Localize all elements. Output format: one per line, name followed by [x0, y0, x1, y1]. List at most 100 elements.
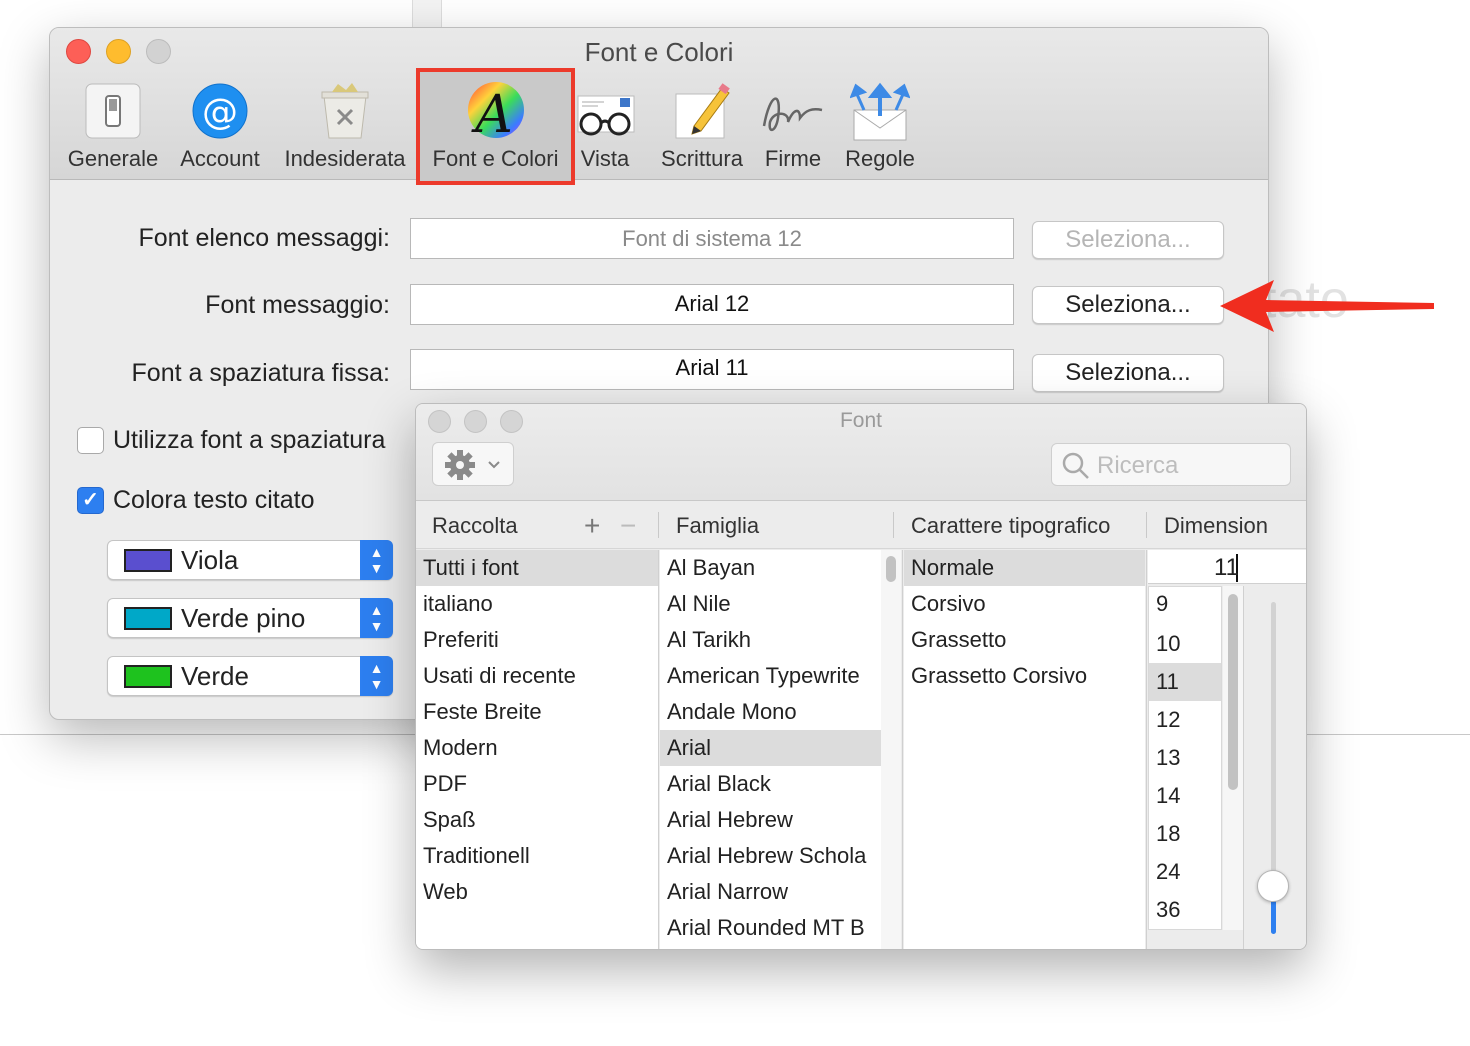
list-item[interactable]: Grassetto Corsivo	[904, 658, 1145, 694]
size-input[interactable]: 11	[1148, 550, 1306, 584]
column-separator	[1146, 512, 1147, 538]
list-item[interactable]: Arial	[660, 730, 881, 766]
list-item[interactable]: Modern	[416, 730, 658, 766]
list-item[interactable]: Andale Mono	[660, 694, 881, 730]
list-item[interactable]: 24	[1149, 853, 1221, 891]
column-separator	[893, 512, 894, 538]
list-item[interactable]: Feste Breite	[416, 694, 658, 730]
quoted-text-checkbox-label: Colora testo citato	[113, 486, 315, 514]
size-scrollbar-track	[1223, 586, 1243, 930]
chevron-updown-icon: ▲ ▼	[360, 540, 393, 580]
family-header: Famiglia	[676, 513, 760, 538]
column-divider	[1243, 586, 1244, 949]
fixed-font-checkbox[interactable]	[77, 427, 104, 454]
gear-icon	[445, 450, 500, 480]
list-item[interactable]: Usati di recente	[416, 658, 658, 694]
list-item[interactable]: 12	[1149, 701, 1221, 739]
list-item[interactable]: 14	[1149, 777, 1221, 815]
quote-color-1-popup[interactable]: Viola ▲ ▼	[107, 540, 393, 580]
tab-label: Scrittura	[661, 146, 743, 171]
prefs-titlebar: Font e Colori Generale @ Account Indesid…	[50, 28, 1268, 185]
font-list-field: Font di sistema 12	[410, 218, 1014, 259]
size-slider-knob[interactable]	[1257, 870, 1289, 902]
at-icon: @	[191, 82, 249, 145]
chevron-updown-icon: ▲ ▼	[360, 598, 393, 638]
tab-firme[interactable]: Firme	[760, 76, 826, 176]
size-input-value: 11	[1214, 554, 1239, 582]
column-separator	[658, 512, 659, 538]
list-item[interactable]: Grassetto	[904, 622, 1145, 658]
typeface-list: Normale Corsivo Grassetto Grassetto Cors…	[904, 550, 1145, 949]
fixed-font-select-button[interactable]: Seleziona...	[1032, 354, 1224, 392]
list-item[interactable]: Corsivo	[904, 586, 1145, 622]
signature-icon	[760, 82, 826, 145]
family-scrollbar-thumb[interactable]	[886, 556, 896, 582]
list-item[interactable]: Arial Narrow	[660, 874, 881, 910]
action-menu-button[interactable]	[432, 442, 514, 486]
tab-font-e-colori[interactable]: A Font e Colori	[416, 68, 575, 185]
size-scrollbar-thumb[interactable]	[1228, 594, 1238, 790]
font-panel: Font Ricerca Raccolta + − Famiglia Carat…	[415, 403, 1307, 950]
tab-label: Vista	[580, 146, 630, 171]
list-item[interactable]: Tutti i font	[416, 550, 658, 586]
popup-label: Verde pino	[181, 603, 306, 633]
tab-label: Generale	[67, 146, 159, 171]
tab-generale[interactable]: Generale	[64, 76, 162, 176]
font-list-select-button[interactable]: Seleziona...	[1032, 221, 1224, 259]
list-item[interactable]: 9	[1149, 587, 1221, 625]
list-item[interactable]: Arial Rounded MT B	[660, 910, 881, 946]
quote-color-2-popup[interactable]: Verde pino ▲ ▼	[107, 598, 393, 638]
list-item[interactable]: 18	[1149, 815, 1221, 853]
font-search-input[interactable]: Ricerca	[1051, 443, 1291, 486]
list-item[interactable]: 11	[1149, 663, 1221, 701]
color-swatch	[124, 607, 172, 630]
background-divider	[412, 0, 442, 30]
list-item[interactable]: Arial Hebrew Schola	[660, 838, 881, 874]
quoted-text-checkbox[interactable]: ✓	[77, 487, 104, 514]
list-item[interactable]: American Typewrite	[660, 658, 881, 694]
list-item[interactable]: Web	[416, 874, 658, 910]
size-list: 9 10 11 12 13 14 18 24 36	[1148, 586, 1222, 930]
list-item[interactable]: italiano	[416, 586, 658, 622]
list-item[interactable]: PDF	[416, 766, 658, 802]
column-headers: Raccolta + − Famiglia Carattere tipograf…	[416, 502, 1306, 549]
tab-regole[interactable]: Regole	[840, 76, 920, 176]
font-list-label: Font elenco messaggi:	[138, 224, 390, 252]
list-item[interactable]: Spaß	[416, 802, 658, 838]
junk-icon	[316, 82, 374, 145]
chevron-updown-icon: ▲ ▼	[360, 656, 393, 696]
list-item[interactable]: Traditionell	[416, 838, 658, 874]
tab-label: Firme	[764, 146, 822, 171]
collection-header: Raccolta	[432, 513, 518, 538]
message-font-select-button[interactable]: Seleziona...	[1032, 286, 1224, 324]
tab-account[interactable]: @ Account	[170, 76, 270, 176]
tab-label: Regole	[845, 146, 915, 171]
list-item[interactable]: Arial Black	[660, 766, 881, 802]
tab-label: Indesiderata	[284, 146, 406, 171]
search-icon	[1062, 452, 1089, 479]
color-swatch	[124, 665, 172, 688]
quote-color-3-popup[interactable]: Verde ▲ ▼	[107, 656, 393, 696]
list-item[interactable]: 36	[1149, 891, 1221, 929]
add-collection-button[interactable]: +	[584, 510, 600, 542]
font-panel-header: Font Ricerca	[416, 404, 1306, 501]
glasses-icon	[574, 82, 636, 145]
tab-indesiderata[interactable]: Indesiderata	[280, 76, 410, 176]
list-item[interactable]: Normale	[904, 550, 1145, 586]
size-header: Dimension	[1164, 513, 1268, 538]
popup-label: Viola	[181, 545, 239, 575]
pencil-icon	[672, 82, 732, 145]
fixed-font-field: Arial 11	[410, 349, 1014, 390]
list-item[interactable]: Arial Hebrew	[660, 802, 881, 838]
tab-scrittura[interactable]: Scrittura	[654, 76, 750, 176]
popup-label: Verde	[181, 661, 249, 691]
list-item[interactable]: 13	[1149, 739, 1221, 777]
column-divider	[658, 550, 659, 949]
list-item[interactable]: Al Tarikh	[660, 622, 881, 658]
list-item[interactable]: Al Bayan	[660, 550, 881, 586]
list-item[interactable]: 10	[1149, 625, 1221, 663]
remove-collection-button[interactable]: −	[620, 510, 636, 542]
tab-vista[interactable]: Vista	[574, 76, 636, 176]
list-item[interactable]: Preferiti	[416, 622, 658, 658]
list-item[interactable]: Al Nile	[660, 586, 881, 622]
